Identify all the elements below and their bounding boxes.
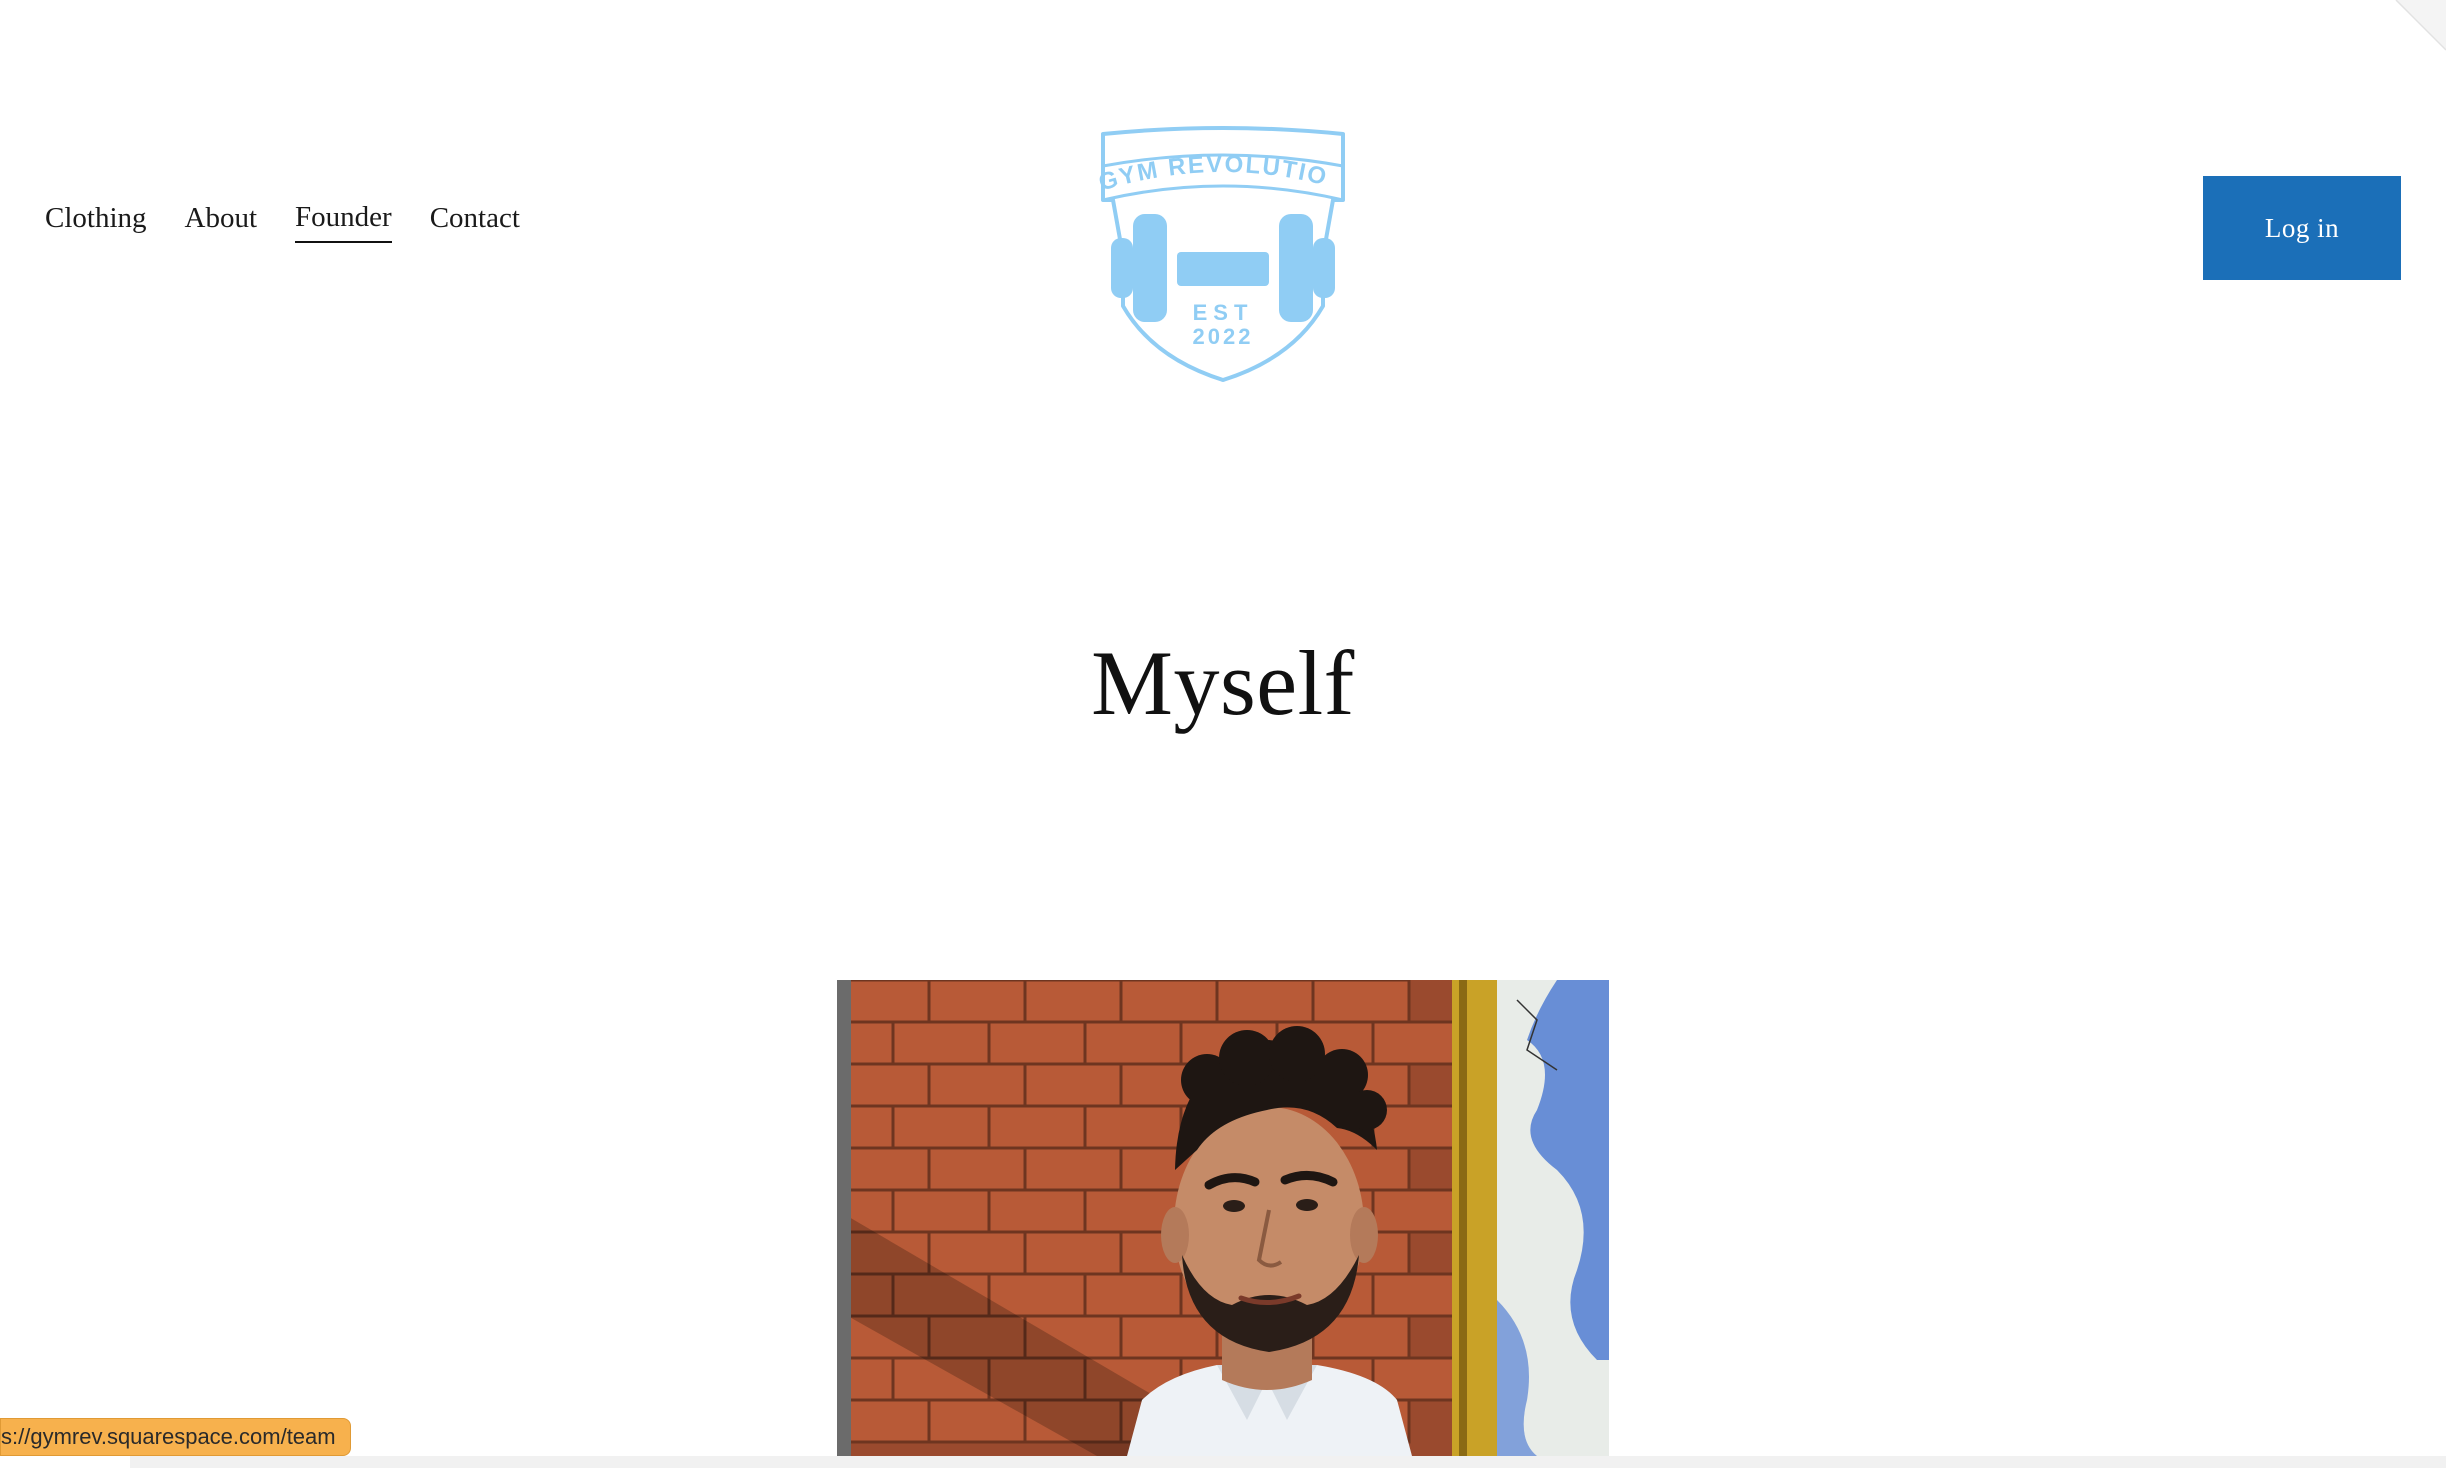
dumbbell-crest-logo-icon: GYM REVOLUTION EST 2022 (1083, 105, 1345, 382)
page-title: Myself (1091, 632, 1355, 734)
nav-item-about[interactable]: About (185, 201, 258, 242)
logo-est-text: EST (1193, 300, 1254, 325)
founder-portrait-photo-icon (837, 980, 1609, 1456)
nav-item-clothing[interactable]: Clothing (45, 201, 147, 242)
nav-item-contact[interactable]: Contact (430, 201, 520, 242)
site-header: Clothing About Founder Contact GYM REVOL… (0, 0, 2446, 400)
site-logo[interactable]: GYM REVOLUTION EST 2022 (1083, 105, 1353, 386)
logo-year-text: 2022 (1193, 324, 1254, 349)
founder-photo (837, 980, 1609, 1456)
bottom-scroll-strip (130, 1456, 2446, 1468)
status-bar-url: s://gymrev.squarespace.com/team (0, 1418, 351, 1456)
main-nav: Clothing About Founder Contact (45, 200, 520, 243)
nav-item-founder[interactable]: Founder (295, 200, 392, 243)
login-button[interactable]: Log in (2203, 176, 2401, 280)
